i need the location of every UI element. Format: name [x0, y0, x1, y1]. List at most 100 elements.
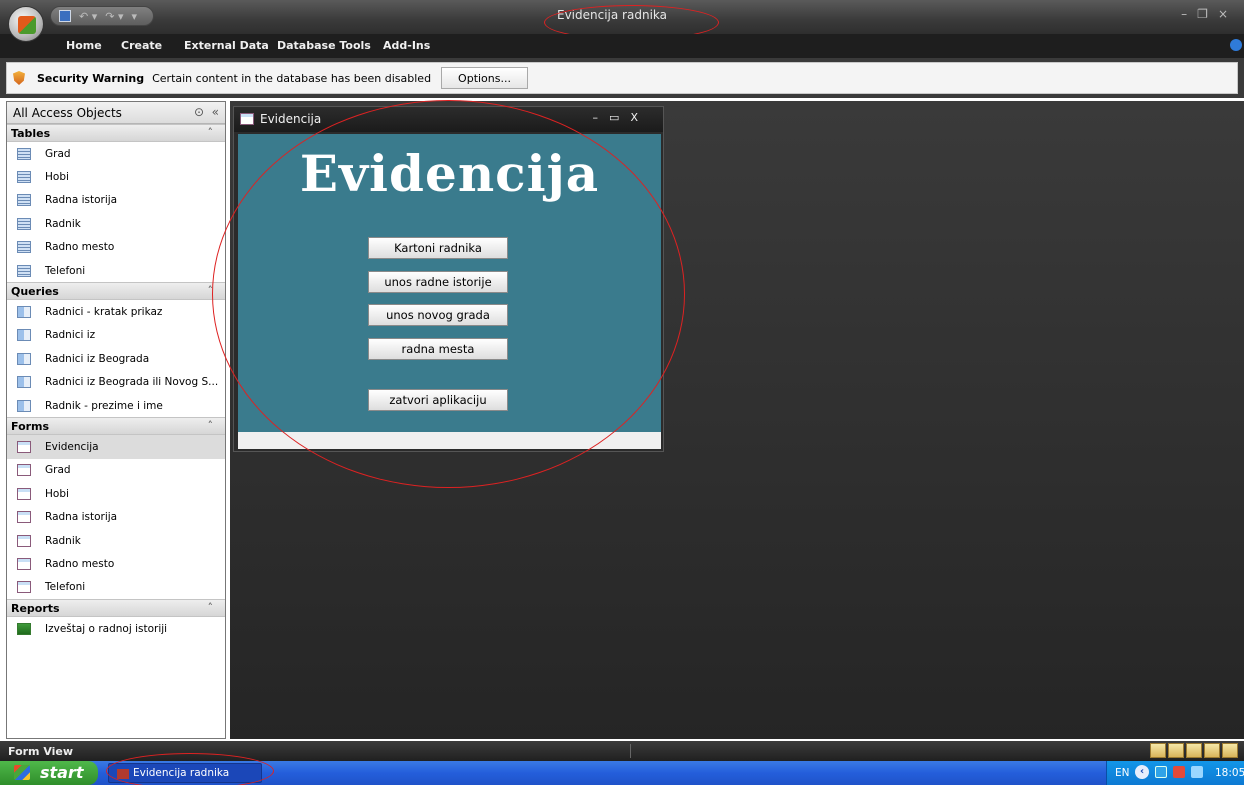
title-bar: ↶ ▾ ↷ ▾ ▾ Evidencija radnika –❐× — [0, 0, 1244, 34]
pivot-table-view-icon[interactable] — [1186, 743, 1202, 758]
window-controls[interactable]: –❐× — [1181, 7, 1238, 21]
nav-item[interactable]: Radna istorija — [7, 505, 225, 528]
nav-menu-icon[interactable]: ⊙ — [194, 105, 204, 119]
form-view-icon[interactable] — [1150, 743, 1166, 758]
nav-item[interactable]: Radnik — [7, 212, 225, 235]
nav-item[interactable]: Radno mesto — [7, 552, 225, 575]
nav-group-tables[interactable]: Tables ˄ — [7, 124, 225, 142]
nav-item-label: Radnici iz Beograda ili Novog S... — [45, 376, 219, 389]
network-icon[interactable] — [1155, 766, 1167, 778]
wireless-icon[interactable] — [1191, 766, 1203, 778]
unos-novog-grada-button[interactable]: unos novog grada — [368, 304, 508, 326]
nav-item[interactable]: Radnik — [7, 529, 225, 552]
collapse-chevron-icon[interactable]: ˄ — [208, 419, 214, 432]
taskbar-item-label: Evidencija radnika — [133, 767, 230, 779]
options-button[interactable]: Options... — [441, 67, 528, 89]
layout-view-icon[interactable] — [1222, 743, 1238, 758]
form-maximize-icon[interactable]: ▭ — [609, 111, 630, 124]
help-icon[interactable] — [1230, 39, 1242, 51]
nav-pane-controls[interactable]: ⊙ « — [194, 105, 219, 119]
nav-item-label: Radnici - kratak prikaz — [45, 306, 163, 319]
nav-item-label: Evidencija — [45, 440, 99, 453]
message-bar: Security Warning Certain content in the … — [0, 58, 1244, 98]
office-button[interactable] — [8, 6, 44, 42]
kartoni-radnika-button[interactable]: Kartoni radnika — [368, 237, 508, 259]
nav-pane-header[interactable]: All Access Objects ⊙ « — [7, 102, 225, 124]
shield-icon — [13, 71, 25, 85]
nav-item-label: Radna istorija — [45, 511, 118, 524]
nav-item-label: Radna istorija — [45, 194, 118, 207]
nav-item[interactable]: Evidencija — [7, 435, 225, 459]
start-label: start — [40, 763, 84, 782]
nav-item-label: Radnici iz — [45, 329, 96, 342]
form-record-bar — [238, 432, 661, 449]
radna-mesta-button[interactable]: radna mesta — [368, 338, 508, 360]
tab-add-ins[interactable]: Add-Ins — [383, 39, 430, 52]
nav-item[interactable]: Radnici - kratak prikaz — [7, 300, 225, 323]
nav-item-label: Radnici iz Beograda — [45, 352, 150, 365]
taskbar: start Evidencija radnika EN ‹ 18:05 — [0, 761, 1244, 785]
tab-external-data[interactable]: External Data — [184, 39, 269, 52]
nav-item[interactable]: Radno mesto — [7, 236, 225, 259]
nav-item-label: Hobi — [45, 171, 69, 184]
form-window-controls[interactable]: –▭X — [593, 111, 649, 124]
nav-group-forms[interactable]: Forms ˄ — [7, 417, 225, 436]
nav-item-label: Radnik — [45, 534, 81, 547]
nav-item[interactable]: Radnici iz Beograda ili Novog S... — [7, 371, 225, 394]
datasheet-view-icon[interactable] — [1168, 743, 1184, 758]
status-divider — [630, 744, 631, 758]
tab-home[interactable]: Home — [66, 39, 102, 52]
nav-item[interactable]: Radna istorija — [7, 189, 225, 212]
window-title-area: Evidencija radnika — [0, 8, 1244, 22]
nav-item[interactable]: Radnici iz — [7, 324, 225, 347]
nav-item-label: Telefoni — [45, 581, 86, 594]
start-button[interactable]: start — [0, 761, 98, 785]
nav-item[interactable]: Grad — [7, 459, 225, 482]
nav-item[interactable]: Telefoni — [7, 576, 225, 599]
table-icon — [17, 217, 31, 230]
ribbon-tabs: Home Create External Data Database Tools… — [0, 34, 1244, 58]
tab-create[interactable]: Create — [121, 39, 162, 52]
show-hidden-icons-icon[interactable]: ‹ — [1135, 765, 1149, 779]
close-icon[interactable]: × — [1218, 7, 1238, 21]
taskbar-item-evidencija[interactable]: Evidencija radnika — [108, 763, 262, 783]
windows-logo-icon — [14, 765, 30, 780]
collapse-chevron-icon[interactable]: ˄ — [208, 284, 214, 297]
collapse-chevron-icon[interactable]: ˄ — [208, 126, 214, 139]
system-tray: EN ‹ 18:05 — [1106, 761, 1244, 785]
unos-radne-istorije-button[interactable]: unos radne istorije — [368, 271, 508, 293]
antivirus-icon[interactable] — [1173, 766, 1185, 778]
zatvori-aplikaciju-button[interactable]: zatvori aplikaciju — [368, 389, 508, 411]
query-icon — [17, 306, 31, 319]
restore-icon[interactable]: ❐ — [1197, 7, 1218, 21]
form-icon — [17, 557, 31, 570]
pivot-chart-view-icon[interactable] — [1204, 743, 1220, 758]
form-close-icon[interactable]: X — [630, 111, 649, 124]
language-indicator[interactable]: EN — [1115, 767, 1130, 779]
table-icon — [17, 171, 31, 184]
tab-database-tools[interactable]: Database Tools — [277, 39, 371, 52]
form-title-bar[interactable]: Evidencija –▭X — [234, 107, 663, 132]
nav-item[interactable]: Radnici iz Beograda — [7, 347, 225, 370]
table-icon — [17, 147, 31, 160]
nav-item[interactable]: Telefoni — [7, 259, 225, 282]
table-icon — [17, 264, 31, 277]
nav-item[interactable]: Grad — [7, 142, 225, 165]
shutter-bar-close-icon[interactable]: « — [212, 105, 219, 119]
nav-item[interactable]: Hobi — [7, 165, 225, 188]
form-minimize-icon[interactable]: – — [593, 111, 610, 124]
nav-group-reports[interactable]: Reports ˄ — [7, 599, 225, 618]
nav-group-label: Queries — [11, 285, 59, 299]
form-window-title: Evidencija — [260, 112, 322, 126]
collapse-chevron-icon[interactable]: ˄ — [208, 601, 214, 614]
nav-group-queries[interactable]: Queries ˄ — [7, 282, 225, 301]
query-icon — [17, 376, 31, 389]
minimize-icon[interactable]: – — [1181, 7, 1197, 21]
nav-item-label: Radno mesto — [45, 241, 115, 254]
nav-item[interactable]: Radnik - prezime i ime — [7, 394, 225, 417]
nav-item[interactable]: Izveštaj o radnoj istoriji — [7, 617, 225, 640]
form-icon — [17, 581, 31, 594]
status-bar: Form View — [0, 741, 1244, 761]
nav-item[interactable]: Hobi — [7, 482, 225, 505]
nav-item-label: Grad — [45, 147, 71, 160]
